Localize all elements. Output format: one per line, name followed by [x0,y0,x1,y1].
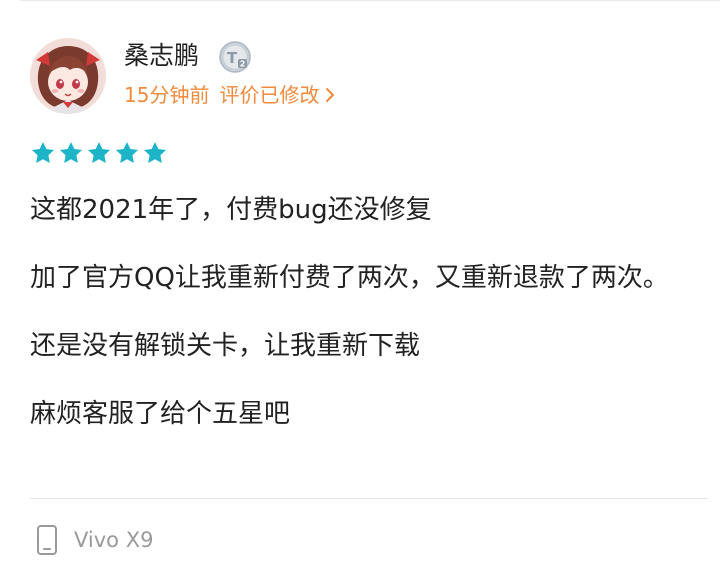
star-icon [59,141,83,163]
review-text: 这都2021年了，付费bug还没修复 加了官方QQ让我重新付费了两次，又重新退款… [30,184,698,440]
review-paragraph: 加了官方QQ让我重新付费了两次，又重新退款了两次。 [30,263,669,293]
svg-text:2: 2 [240,60,246,69]
device-name: Vivo X9 [74,528,154,552]
device-info: Vivo X9 [36,524,153,556]
review-meta[interactable]: 15分钟前 评价已修改 [124,80,337,110]
star-icon [143,141,167,163]
svg-text:T: T [227,49,238,67]
edited-label[interactable]: 评价已修改 [219,80,319,110]
phone-icon [37,525,57,555]
star-icon [87,141,111,163]
review-paragraph: 还是没有解锁关卡，让我重新下载 [30,331,421,361]
username[interactable]: 桑志鹏 [124,40,199,72]
avatar[interactable] [30,38,106,114]
chevron-right-icon [326,88,335,102]
posted-time: 15分钟前 [124,83,210,107]
review-paragraph: 麻烦客服了给个五星吧 [30,399,291,429]
top-divider [20,0,720,1]
star-icon [115,141,139,163]
level-badge-icon: T 2 [219,41,251,73]
divider [30,498,708,499]
star-rating [30,140,168,166]
review-paragraph: 这都2021年了，付费bug还没修复 [30,195,432,225]
star-icon [31,141,55,163]
